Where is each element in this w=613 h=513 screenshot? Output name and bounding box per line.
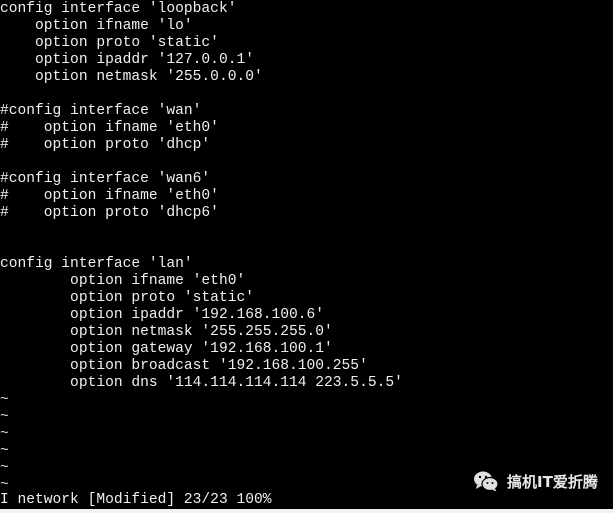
buffer-line xyxy=(0,154,613,171)
buffer-line: config interface 'loopback' xyxy=(0,1,237,17)
empty-line-marker: ~ xyxy=(0,409,9,425)
buffer-line xyxy=(0,86,613,103)
wechat-icon xyxy=(474,471,499,492)
empty-line-marker: ~ xyxy=(0,392,9,408)
buffer-line: option netmask '255.255.255.0' xyxy=(0,324,333,340)
buffer-line: option netmask '255.0.0.0' xyxy=(0,69,263,85)
watermark: 搞机IT爱折腾 xyxy=(473,470,598,492)
watermark-text: 搞机IT爱折腾 xyxy=(507,472,598,491)
buffer-line: #config interface 'wan6' xyxy=(0,171,211,187)
buffer-line xyxy=(0,239,613,256)
buffer-line: option dns '114.114.114.114 223.5.5.5' xyxy=(0,375,403,391)
empty-line-marker: ~ xyxy=(0,426,9,442)
buffer-line: option broadcast '192.168.100.255' xyxy=(0,358,368,374)
buffer-line: #config interface 'wan' xyxy=(0,103,202,119)
buffer-line: option ifname 'eth0' xyxy=(0,273,246,289)
buffer-line: option ipaddr '127.0.0.1' xyxy=(0,52,254,68)
buffer-line: option proto 'static' xyxy=(0,290,254,306)
vi-editor-buffer[interactable]: config interface 'loopback' option ifnam… xyxy=(0,1,613,494)
vi-status-line: I network [Modified] 23/23 100% xyxy=(0,492,272,508)
buffer-line: option ifname 'lo' xyxy=(0,18,193,34)
buffer-line: # option proto 'dhcp6' xyxy=(0,205,219,221)
empty-line-marker: ~ xyxy=(0,443,9,459)
buffer-line: config interface 'lan' xyxy=(0,256,193,272)
buffer-line: # option ifname 'eth0' xyxy=(0,188,219,204)
buffer-line: # option ifname 'eth0' xyxy=(0,120,219,136)
buffer-line: option proto 'static' xyxy=(0,35,219,51)
buffer-line xyxy=(0,222,613,239)
window-bottom-edge xyxy=(0,509,613,513)
buffer-line: option ipaddr '192.168.100.6' xyxy=(0,307,325,323)
buffer-line: option gateway '192.168.100.1' xyxy=(0,341,333,357)
buffer-line: # option proto 'dhcp' xyxy=(0,137,211,153)
